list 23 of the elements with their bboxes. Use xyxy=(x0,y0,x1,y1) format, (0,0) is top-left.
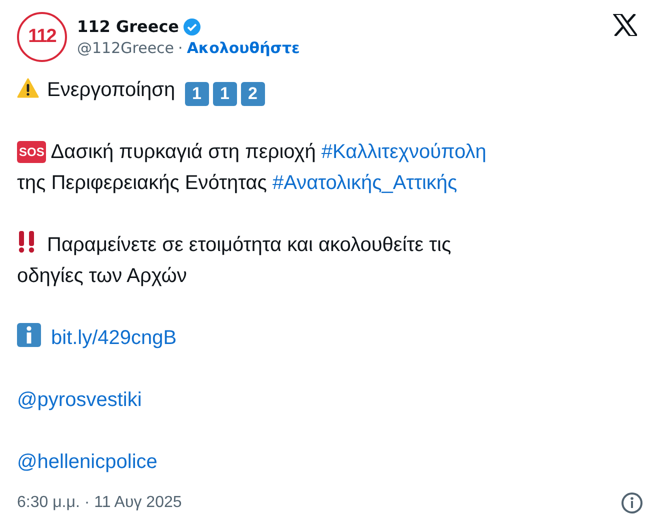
tweet-text: SOS Δασική πυρκαγιά στη περιοχή #Καλλιτεχνούπολη της Περιφερειακής Ενότητας #Ανατολικής_Αττικής xyxy=(17,140,488,196)
account-handle[interactable]: @112Greece xyxy=(77,39,174,57)
x-logo-icon[interactable] xyxy=(613,14,637,36)
link[interactable]: bit.ly/429cngB xyxy=(51,327,177,349)
tweet-text: Ενεργοποίηση 1 1 2 xyxy=(17,75,512,106)
separator: · xyxy=(178,39,183,57)
hashtag-link[interactable]: #Ανατολικής_Αττικής xyxy=(272,172,458,194)
digit-key: 1 xyxy=(184,82,209,106)
exclamation-icon xyxy=(17,231,37,253)
warning-icon xyxy=(17,78,39,98)
digit-key: 2 xyxy=(240,82,265,106)
logo[interactable]: 112 xyxy=(17,12,67,62)
info-icon[interactable] xyxy=(621,492,643,514)
timestamp[interactable]: 6:30 μ.μ. · 11 Αυγ 2025 xyxy=(17,494,182,512)
link[interactable]: @pyrosvestiki xyxy=(17,389,142,411)
info-icon xyxy=(17,323,41,347)
tweet-text: Παραμείνετε σε ετοιμότητα και ακολουθείτε τις οδηγίες των Αρχών xyxy=(17,230,512,292)
hashtag-link[interactable]: #Καλλιτεχνούπολη xyxy=(321,141,486,163)
follow-link[interactable]: Ακολουθήστε xyxy=(186,39,300,57)
sos-badge: SOS xyxy=(17,141,46,163)
account-name[interactable]: 112 Greece xyxy=(77,17,180,36)
digit-key: 1 xyxy=(212,82,237,106)
link[interactable]: @hellenicpolice xyxy=(17,451,158,473)
